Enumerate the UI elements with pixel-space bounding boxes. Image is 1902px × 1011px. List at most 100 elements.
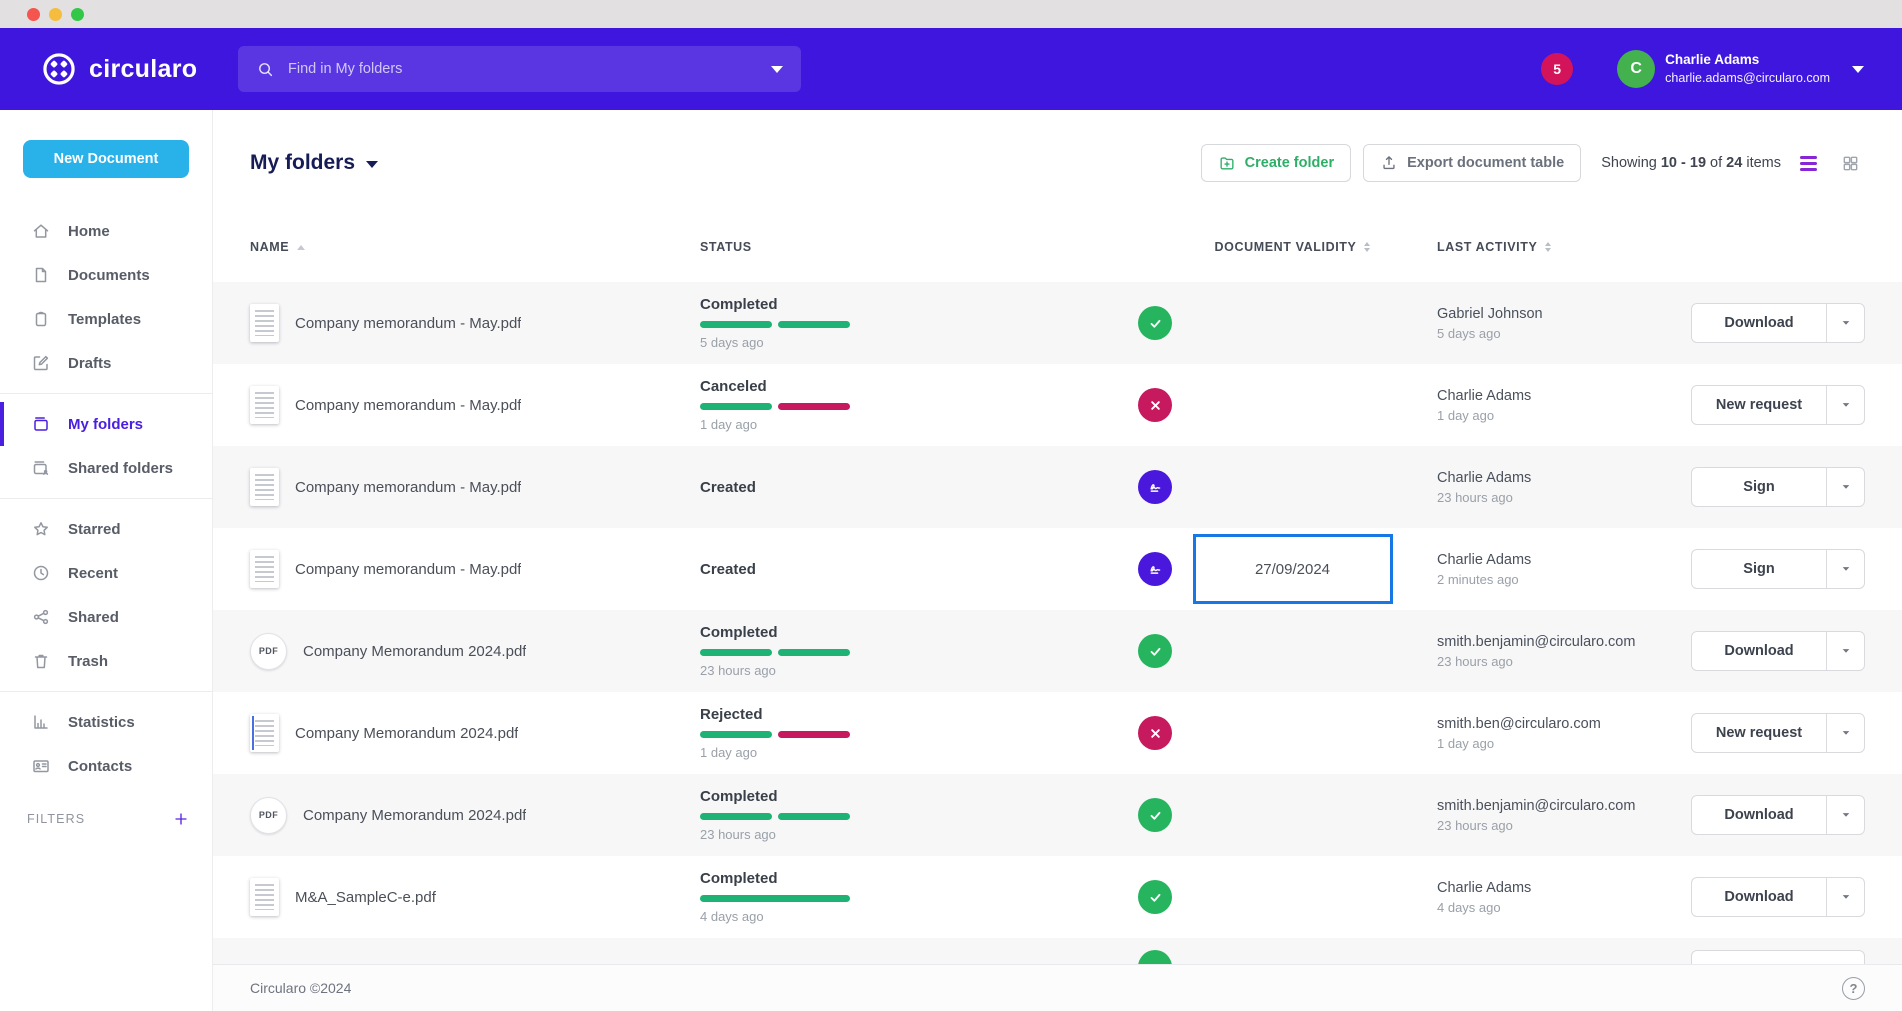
user-menu[interactable]: C Charlie Adams charlie.adams@circularo.… [1617, 50, 1864, 88]
status-label: Rejected [700, 706, 1120, 723]
avatar: C [1617, 50, 1655, 88]
row-action-button-new-request[interactable]: New request [1692, 714, 1826, 752]
add-filter-button[interactable] [172, 810, 190, 828]
sidebar-item-shared-folders[interactable]: Shared folders [0, 446, 212, 490]
validity-date-cell[interactable]: 27/09/2024 [1193, 534, 1393, 604]
sidebar-item-label: Recent [68, 565, 118, 582]
row-action-button-sign[interactable]: Sign [1692, 550, 1826, 588]
new-document-button[interactable]: New Document [23, 140, 189, 178]
sort-icon [1364, 242, 1370, 252]
sidebar-divider [0, 393, 212, 394]
row-action-button-download[interactable]: Download [1692, 878, 1826, 916]
status-time: 1 day ago [700, 745, 1120, 760]
progress-segment [778, 321, 850, 328]
status-label: Created [700, 561, 1120, 578]
row-action-button-download[interactable]: Download [1692, 796, 1826, 834]
search-scope-dropdown-icon[interactable] [771, 66, 783, 73]
document-name-cell: Company memorandum - May.pdf [250, 304, 700, 342]
user-info: Charlie Adams charlie.adams@circularo.co… [1665, 51, 1830, 86]
sidebar-item-trash[interactable]: Trash [0, 639, 212, 683]
row-action-dropdown[interactable] [1826, 632, 1864, 670]
help-button[interactable]: ? [1842, 977, 1865, 1000]
notifications-badge[interactable]: 5 [1541, 53, 1573, 85]
row-action-button-download[interactable]: Download [1692, 304, 1826, 342]
column-header-validity[interactable]: DOCUMENT VALIDITY [1190, 240, 1395, 254]
row-action-dropdown[interactable] [1826, 878, 1864, 916]
row-action-button-sign[interactable]: Sign [1692, 468, 1826, 506]
column-header-activity[interactable]: LAST ACTIVITY [1395, 240, 1675, 254]
row-action-dropdown[interactable] [1826, 550, 1864, 588]
check-icon [1146, 642, 1165, 661]
row-action-dropdown[interactable] [1826, 386, 1864, 424]
grid-view-toggle[interactable] [1835, 148, 1865, 178]
row-action-split-button: Sign [1691, 549, 1865, 589]
sidebar-item-home[interactable]: Home [0, 209, 212, 253]
sidebar-item-shared[interactable]: Shared [0, 595, 212, 639]
sidebar-item-my-folders[interactable]: My folders [0, 402, 212, 446]
sort-icon [1545, 242, 1551, 252]
table-row[interactable]: Company memorandum - May.pdfCanceled1 da… [213, 364, 1902, 446]
sidebar-item-drafts[interactable]: Drafts [0, 341, 212, 385]
activity-user: smith.benjamin@circularo.com [1437, 634, 1675, 650]
row-action-dropdown[interactable] [1826, 796, 1864, 834]
row-action-split-button: Download [1691, 631, 1865, 671]
table-row-partial [213, 938, 1902, 964]
status-sign-icon [1138, 552, 1172, 586]
sidebar-item-templates[interactable]: Templates [0, 297, 212, 341]
caret-down-icon [1840, 809, 1852, 821]
main-content: My folders Create folder Export document… [213, 110, 1902, 1011]
table-row[interactable]: Company Memorandum 2024.pdfRejected1 day… [213, 692, 1902, 774]
create-folder-button[interactable]: Create folder [1201, 144, 1351, 182]
sidebar-item-documents[interactable]: Documents [0, 253, 212, 297]
circularo-logo-icon [40, 50, 78, 88]
search-input[interactable] [288, 61, 758, 77]
table-row[interactable]: M&A_SampleC-e.pdfCompleted4 days agoChar… [213, 856, 1902, 938]
status-cell: Completed4 days ago [700, 870, 1120, 924]
sidebar-item-statistics[interactable]: Statistics [0, 700, 212, 744]
row-action-dropdown[interactable] [1826, 714, 1864, 752]
global-search[interactable] [238, 46, 801, 92]
status-cell: Completed23 hours ago [700, 624, 1120, 678]
page-title-dropdown[interactable]: My folders [250, 151, 378, 175]
sidebar-item-label: Contacts [68, 758, 132, 775]
shared-folders-icon [31, 458, 51, 478]
clipped-action-button[interactable] [1691, 950, 1865, 964]
table-row[interactable]: PDFCompany Memorandum 2024.pdfCompleted2… [213, 610, 1902, 692]
status-cross-icon [1138, 388, 1172, 422]
sidebar-item-label: My folders [68, 416, 143, 433]
status-check-icon [1138, 798, 1172, 832]
row-action-button-new-request[interactable]: New request [1692, 386, 1826, 424]
row-action-dropdown[interactable] [1826, 304, 1864, 342]
table-row[interactable]: PDFCompany Memorandum 2024.pdfCompleted2… [213, 774, 1902, 856]
table-row[interactable]: Company memorandum - May.pdfCompleted5 d… [213, 282, 1902, 364]
window-close-button[interactable] [27, 8, 40, 21]
table-row[interactable]: Company memorandum - May.pdfCreatedCharl… [213, 446, 1902, 528]
document-thumbnail-icon [250, 468, 279, 506]
row-action-button-download[interactable]: Download [1692, 632, 1826, 670]
column-header-status[interactable]: STATUS [700, 240, 1120, 254]
list-view-toggle[interactable] [1793, 148, 1823, 178]
row-action-dropdown[interactable] [1826, 468, 1864, 506]
pdf-file-icon: PDF [250, 797, 287, 834]
drafts-icon [31, 353, 51, 373]
document-name-cell: PDFCompany Memorandum 2024.pdf [250, 633, 700, 670]
sidebar-item-contacts[interactable]: Contacts [0, 744, 212, 788]
export-document-table-button[interactable]: Export document table [1363, 144, 1581, 182]
list-view-icon [1800, 156, 1817, 171]
sidebar-item-recent[interactable]: Recent [0, 551, 212, 595]
status-label: Canceled [700, 378, 1120, 395]
row-action-split-button: Download [1691, 303, 1865, 343]
column-header-name[interactable]: NAME [250, 240, 700, 254]
last-activity-cell: Charlie Adams2 minutes ago [1395, 552, 1675, 587]
brand-logo[interactable]: circularo [40, 50, 197, 88]
action-cell: New request [1675, 713, 1865, 753]
window-zoom-button[interactable] [71, 8, 84, 21]
progress-segment [778, 731, 850, 738]
progress-segment [778, 649, 850, 656]
row-action-split-button: New request [1691, 713, 1865, 753]
row-action-split-button: Download [1691, 877, 1865, 917]
activity-user: Charlie Adams [1437, 552, 1675, 568]
sidebar-item-starred[interactable]: Starred [0, 507, 212, 551]
window-minimize-button[interactable] [49, 8, 62, 21]
table-row[interactable]: Company memorandum - May.pdfCreated27/09… [213, 528, 1902, 610]
